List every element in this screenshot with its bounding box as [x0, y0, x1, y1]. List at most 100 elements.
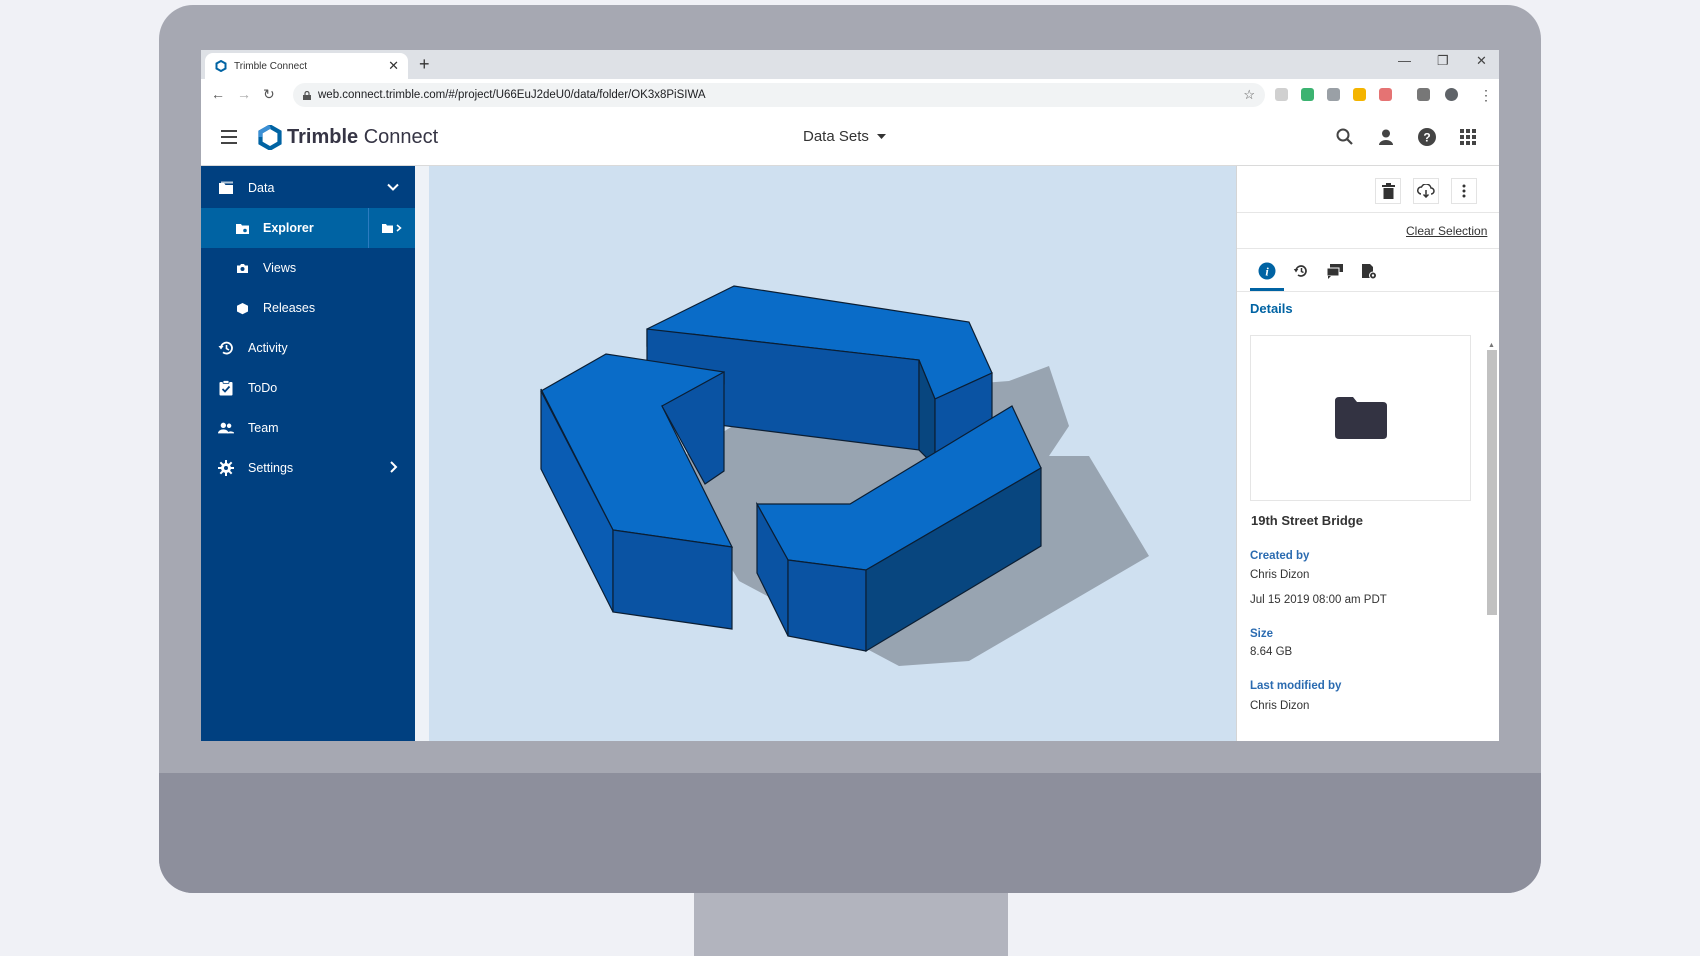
file-name: 19th Street Bridge [1251, 513, 1363, 528]
size-label: Size [1250, 628, 1274, 640]
history-icon [218, 341, 233, 355]
trimble-favicon-icon [215, 60, 227, 72]
browser-menu-icon[interactable]: ⋮ [1479, 87, 1493, 104]
history-icon [1293, 265, 1307, 277]
extension-hand-icon[interactable] [1353, 88, 1366, 101]
restore-icon[interactable]: ❐ [1437, 53, 1449, 69]
search-icon[interactable] [1335, 127, 1355, 147]
sidebar: Data Explorer Views Releases Activity To… [201, 166, 415, 741]
created-date-value: Jul 15 2019 08:00 am PDT [1250, 594, 1387, 606]
sidebar-item-label: Releases [263, 301, 316, 315]
gear-icon [218, 460, 234, 476]
details-heading: Details [1250, 301, 1293, 316]
team-icon [218, 422, 234, 434]
app-header: Trimble Connect Data Sets ? [201, 111, 1499, 166]
3d-viewer-canvas[interactable] [429, 166, 1236, 741]
sidebar-item-settings[interactable]: Settings [201, 448, 415, 488]
sidebar-item-team[interactable]: Team [201, 408, 415, 448]
close-window-icon[interactable]: ✕ [1476, 53, 1487, 69]
delete-button[interactable] [1375, 178, 1401, 204]
extension-photo-icon[interactable] [1379, 88, 1392, 101]
extension-cloud-icon[interactable] [1275, 88, 1288, 101]
trash-icon [1381, 183, 1395, 199]
clipboard-check-icon [219, 380, 233, 396]
reload-icon[interactable]: ↻ [263, 86, 275, 103]
forward-icon[interactable]: → [237, 86, 251, 102]
sidebar-item-label: Activity [248, 341, 288, 355]
extension-grid-icon[interactable] [1327, 88, 1340, 101]
viewport-gutter [415, 166, 429, 741]
help-icon[interactable]: ? [1417, 127, 1437, 147]
profile-avatar-icon[interactable] [1445, 88, 1458, 101]
user-icon[interactable] [1376, 127, 1396, 147]
scroll-up-icon[interactable]: ▲ [1488, 342, 1495, 349]
sidebar-item-releases[interactable]: Releases [201, 288, 415, 328]
panel-divider [1237, 212, 1499, 213]
data-sets-label: Data Sets [803, 128, 869, 145]
folder-navigate-button[interactable] [368, 208, 415, 248]
trimble-logo-3d-model[interactable] [429, 166, 1236, 741]
svg-text:?: ? [1423, 131, 1430, 145]
sidebar-item-label: ToDo [248, 381, 278, 395]
created-by-label: Created by [1250, 550, 1310, 562]
app-grid-icon[interactable] [1458, 127, 1478, 147]
address-bar-row: ← → ↻ web.connect.trimble.com/#/project/… [201, 79, 1499, 112]
sidebar-item-todo[interactable]: ToDo [201, 368, 415, 408]
url-bar[interactable]: web.connect.trimble.com/#/project/U66EuJ… [293, 83, 1265, 107]
size-value: 8.64 GB [1250, 646, 1293, 658]
reading-list-icon[interactable] [1417, 88, 1430, 101]
monitor-chin [159, 773, 1541, 893]
clear-selection-link[interactable]: Clear Selection [1406, 224, 1487, 238]
folder-icon [219, 181, 233, 194]
hamburger-menu-icon[interactable] [221, 130, 237, 144]
tab-title: Trimble Connect [234, 60, 307, 72]
extension-d-icon[interactable] [1301, 88, 1314, 101]
chevron-right-icon[interactable] [387, 461, 399, 473]
sidebar-item-data[interactable]: Data [201, 168, 415, 208]
sidebar-item-activity[interactable]: Activity [201, 328, 415, 368]
browser-tab[interactable]: Trimble Connect ✕ [205, 53, 408, 79]
panel-scrollbar[interactable]: ▲ [1487, 342, 1497, 741]
camera-icon [237, 263, 248, 273]
model-left-front [612, 529, 733, 630]
chevron-right-icon [396, 224, 402, 232]
monitor-stand [694, 893, 1008, 956]
browser-window: Trimble Connect ✕ + — ❐ ✕ ← → ↻ web.conn… [201, 50, 1499, 741]
explorer-icon [236, 223, 249, 234]
caret-down-icon [876, 133, 886, 139]
cloud-download-button[interactable] [1413, 178, 1439, 204]
lock-icon [303, 90, 311, 100]
back-icon[interactable]: ← [211, 86, 225, 102]
file-thumbnail [1250, 335, 1471, 501]
modified-by-label: Last modified by [1250, 680, 1342, 692]
bookmark-star-icon[interactable]: ☆ [1243, 87, 1255, 103]
details-panel: Clear Selection i Details ▲ 19th Street … [1236, 166, 1499, 741]
sidebar-item-label: Explorer [263, 221, 314, 235]
data-sets-dropdown[interactable]: Data Sets [803, 128, 886, 145]
tab-strip: Trimble Connect ✕ + — ❐ ✕ [201, 50, 1499, 79]
scrollbar-thumb[interactable] [1487, 350, 1497, 615]
new-tab-icon[interactable]: + [419, 54, 430, 75]
document-gear-icon [1362, 263, 1377, 279]
sidebar-item-label: Team [248, 421, 279, 435]
folder-icon [1334, 397, 1387, 439]
tab-comments[interactable] [1325, 261, 1345, 281]
panel-divider [1237, 248, 1499, 249]
sidebar-item-views[interactable]: Views [201, 248, 415, 288]
brand-bold-text: Trimble [287, 126, 359, 148]
tab-info[interactable]: i [1257, 261, 1277, 281]
chevron-down-icon[interactable] [387, 181, 399, 193]
trimble-logo-icon [258, 125, 282, 150]
panel-divider [1237, 291, 1499, 292]
folder-small-icon [382, 223, 393, 233]
close-tab-icon[interactable]: ✕ [388, 58, 399, 74]
tab-attachments[interactable] [1359, 261, 1379, 281]
created-by-value: Chris Dizon [1250, 569, 1310, 581]
sidebar-item-label: Data [248, 181, 275, 195]
comments-icon [1326, 264, 1343, 279]
sidebar-item-explorer[interactable]: Explorer [201, 208, 415, 248]
more-options-button[interactable] [1451, 178, 1477, 204]
minimize-icon[interactable]: — [1398, 53, 1411, 68]
model-right-front [787, 559, 867, 652]
tab-history[interactable] [1291, 261, 1311, 281]
